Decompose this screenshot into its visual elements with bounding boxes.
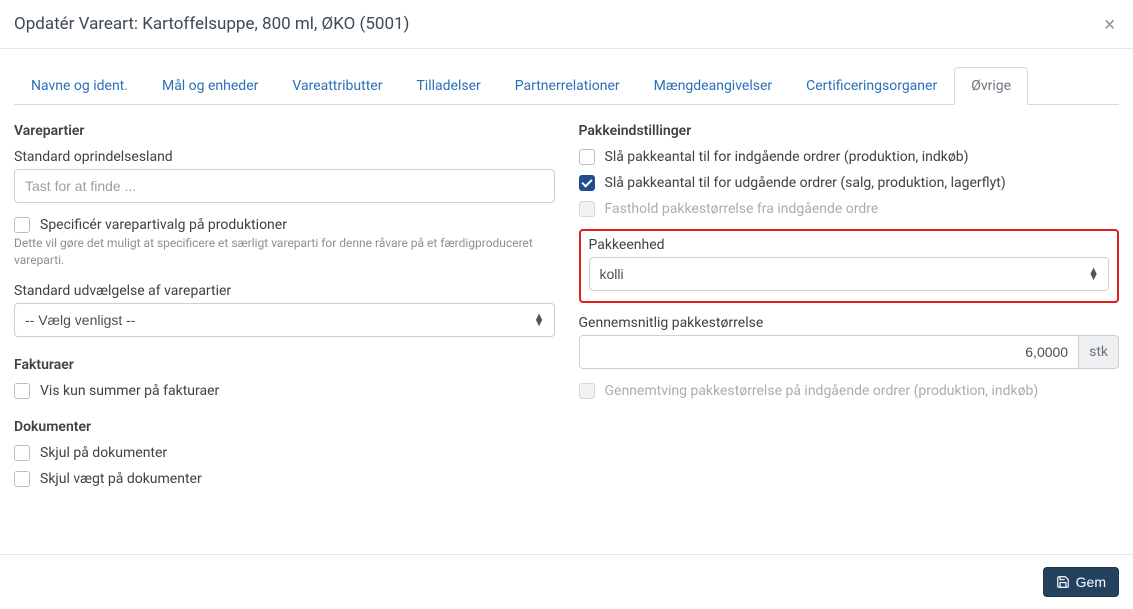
section-pakke-title: Pakkeindstillinger <box>579 123 1120 139</box>
left-column: Varepartier Standard oprindelsesland Spe… <box>14 123 555 497</box>
specify-varepartivalg-help: Dette vil gøre det muligt at specificere… <box>14 235 555 269</box>
avg-size-unit: stk <box>1079 335 1119 369</box>
outgoing-checkbox[interactable] <box>579 175 595 191</box>
save-button-label: Gem <box>1076 574 1106 590</box>
force-size-row: Gennemtving pakkestørrelse på indgående … <box>579 383 1120 399</box>
hide-docs-checkbox[interactable] <box>14 445 30 461</box>
only-sums-label: Vis kun summer på fakturaer <box>40 383 219 399</box>
selection-label: Standard udvælgelse af varepartier <box>14 283 555 299</box>
only-sums-checkbox[interactable] <box>14 383 30 399</box>
hide-weight-checkbox[interactable] <box>14 471 30 487</box>
incoming-label: Slå pakkeantal til for indgående ordrer … <box>605 149 969 165</box>
unit-select[interactable] <box>589 257 1110 291</box>
avg-label: Gennemsnitlig pakkestørrelse <box>579 315 1120 331</box>
tab-oevrige[interactable]: Øvrige <box>954 67 1028 105</box>
force-size-checkbox <box>579 383 595 399</box>
tab-maal-enheder[interactable]: Mål og enheder <box>145 67 275 105</box>
outgoing-row: Slå pakkeantal til for udgående ordrer (… <box>579 175 1120 191</box>
close-button[interactable]: × <box>1100 14 1119 34</box>
tab-content: Varepartier Standard oprindelsesland Spe… <box>0 105 1133 497</box>
selection-select[interactable] <box>14 303 555 337</box>
tab-vareattributter[interactable]: Vareattributter <box>275 67 399 105</box>
only-sums-row: Vis kun summer på fakturaer <box>14 383 555 399</box>
keep-size-row: Fasthold pakkestørrelse fra indgående or… <box>579 201 1120 217</box>
tab-maengdeangivelser[interactable]: Mængdeangivelser <box>637 67 790 105</box>
modal-title: Opdatér Vareart: Kartoffelsuppe, 800 ml,… <box>14 14 409 34</box>
tab-navne-ident[interactable]: Navne og ident. <box>14 67 145 105</box>
modal-header: Opdatér Vareart: Kartoffelsuppe, 800 ml,… <box>0 0 1133 49</box>
pakkeenhed-highlight: Pakkeenhed ▲▼ <box>579 229 1120 303</box>
modal-footer: Gem <box>0 554 1133 609</box>
tab-partnerrelationer[interactable]: Partnerrelationer <box>498 67 637 105</box>
specify-varepartivalg-checkbox[interactable] <box>14 217 30 233</box>
specify-varepartivalg-row: Specificér varepartivalg på produktioner <box>14 217 555 233</box>
right-column: Pakkeindstillinger Slå pakkeantal til fo… <box>579 123 1120 497</box>
section-dokumenter-title: Dokumenter <box>14 419 555 435</box>
tab-certificeringsorganer[interactable]: Certificeringsorganer <box>789 67 954 105</box>
force-size-label: Gennemtving pakkestørrelse på indgående … <box>605 383 1039 399</box>
hide-docs-label: Skjul på dokumenter <box>40 445 167 461</box>
keep-size-checkbox <box>579 201 595 217</box>
incoming-row: Slå pakkeantal til for indgående ordrer … <box>579 149 1120 165</box>
save-icon <box>1056 575 1070 589</box>
avg-size-input[interactable] <box>579 335 1080 369</box>
unit-label: Pakkeenhed <box>589 237 1110 253</box>
tabs: Navne og ident. Mål og enheder Vareattri… <box>14 67 1119 105</box>
section-varepartier-title: Varepartier <box>14 123 555 139</box>
section-fakturaer-title: Fakturaer <box>14 357 555 373</box>
save-button[interactable]: Gem <box>1043 567 1119 597</box>
outgoing-label: Slå pakkeantal til for udgående ordrer (… <box>605 175 1006 191</box>
specify-varepartivalg-label: Specificér varepartivalg på produktioner <box>40 217 287 233</box>
origin-country-input[interactable] <box>14 169 555 203</box>
origin-country-label: Standard oprindelsesland <box>14 149 555 165</box>
incoming-checkbox[interactable] <box>579 149 595 165</box>
hide-weight-label: Skjul vægt på dokumenter <box>40 471 202 487</box>
hide-weight-row: Skjul vægt på dokumenter <box>14 471 555 487</box>
hide-docs-row: Skjul på dokumenter <box>14 445 555 461</box>
tab-tilladelser[interactable]: Tilladelser <box>399 67 497 105</box>
keep-size-label: Fasthold pakkestørrelse fra indgående or… <box>605 201 879 217</box>
